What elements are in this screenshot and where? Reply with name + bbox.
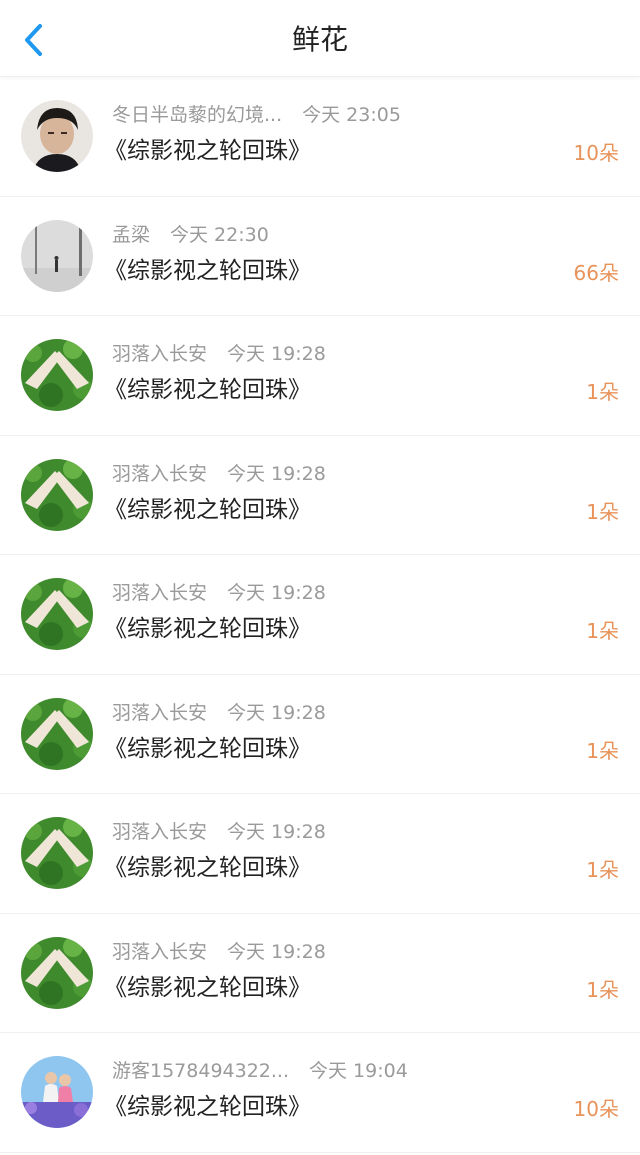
timestamp: 今天 19:28	[227, 343, 326, 365]
list-item[interactable]: 冬日半岛藜的幻境... 今天 23:05 《综影视之轮回珠》 10朵	[0, 77, 640, 197]
timestamp: 今天 19:28	[227, 462, 326, 485]
flower-count: 1朵	[586, 858, 619, 882]
item-meta: 羽落入长安 今天 19:28	[112, 462, 326, 486]
page-title: 鲜花	[291, 23, 348, 56]
list-item[interactable]: 羽落入长安 今天 19:28 《综影视之轮回珠》 1朵	[0, 794, 640, 914]
book-title: 《综影视之轮回珠》	[104, 735, 311, 762]
book-title: 《综影视之轮回珠》	[104, 855, 311, 881]
flower-count: 1朵	[586, 738, 619, 763]
avatar[interactable]	[21, 697, 93, 770]
user-name[interactable]: 冬日半岛藜的幻境...	[112, 103, 282, 127]
timestamp: 今天 22:30	[170, 223, 269, 246]
flower-count: 1朵	[586, 977, 619, 1002]
timestamp: 今天 19:28	[227, 701, 326, 724]
item-meta: 羽落入长安 今天 19:28	[112, 820, 326, 844]
user-name[interactable]: 羽落入长安	[112, 581, 207, 605]
avatar[interactable]	[21, 100, 93, 172]
book-title: 《综影视之轮回珠》	[104, 1094, 311, 1120]
book-title: 《综影视之轮回珠》	[104, 974, 311, 1001]
flower-count: 66朵	[573, 260, 619, 285]
list-item[interactable]: 羽落入长安 今天 19:28 《综影视之轮回珠》 1朵	[0, 914, 640, 1033]
timestamp: 今天 19:28	[227, 821, 326, 843]
timestamp: 今天 19:28	[227, 582, 326, 604]
book-title: 《综影视之轮回珠》	[104, 257, 311, 284]
user-name[interactable]: 孟梁	[112, 223, 150, 247]
avatar[interactable]	[21, 578, 93, 650]
item-meta: 孟梁 今天 22:30	[112, 223, 269, 247]
avatar[interactable]	[21, 219, 93, 292]
top-bar: 鲜花	[0, 0, 640, 77]
user-name[interactable]: 游客1578494322...	[112, 1059, 289, 1083]
item-meta: 羽落入长安 今天 19:28	[112, 940, 326, 964]
avatar[interactable]	[21, 936, 93, 1009]
flower-count: 1朵	[586, 499, 619, 524]
user-name[interactable]: 羽落入长安	[112, 820, 207, 844]
timestamp: 今天 23:05	[302, 104, 401, 126]
avatar[interactable]	[21, 458, 93, 531]
timestamp: 今天 19:28	[227, 940, 326, 963]
flower-count: 10朵	[573, 1097, 619, 1121]
avatar[interactable]	[21, 339, 93, 411]
list-item[interactable]: 游客1578494322... 今天 19:04 《综影视之轮回珠》 10朵	[0, 1033, 640, 1153]
flower-count: 1朵	[586, 619, 619, 643]
user-name[interactable]: 羽落入长安	[112, 462, 207, 486]
flower-list: 冬日半岛藜的幻境... 今天 23:05 《综影视之轮回珠》 10朵 孟梁 今天 2…	[0, 77, 640, 1153]
list-item[interactable]: 羽落入长安 今天 19:28 《综影视之轮回珠》 1朵	[0, 436, 640, 555]
item-meta: 羽落入长安 今天 19:28	[112, 581, 326, 605]
user-name[interactable]: 羽落入长安	[112, 342, 207, 366]
list-item[interactable]: 孟梁 今天 22:30 《综影视之轮回珠》 66朵	[0, 197, 640, 316]
item-meta: 羽落入长安 今天 19:28	[112, 342, 326, 366]
book-title: 《综影视之轮回珠》	[104, 377, 311, 403]
item-meta: 游客1578494322... 今天 19:04	[112, 1059, 408, 1083]
item-meta: 羽落入长安 今天 19:28	[112, 701, 326, 725]
book-title: 《综影视之轮回珠》	[104, 616, 311, 642]
timestamp: 今天 19:04	[309, 1060, 408, 1082]
user-name[interactable]: 羽落入长安	[112, 701, 207, 725]
user-name[interactable]: 羽落入长安	[112, 940, 207, 964]
item-meta: 冬日半岛藜的幻境... 今天 23:05	[112, 103, 401, 127]
list-item[interactable]: 羽落入长安 今天 19:28 《综影视之轮回珠》 1朵	[0, 555, 640, 675]
flower-count: 10朵	[573, 141, 619, 165]
avatar[interactable]	[21, 1056, 93, 1128]
avatar[interactable]	[21, 817, 93, 889]
book-title: 《综影视之轮回珠》	[104, 496, 311, 523]
book-title: 《综影视之轮回珠》	[104, 138, 311, 164]
list-item[interactable]: 羽落入长安 今天 19:28 《综影视之轮回珠》 1朵	[0, 316, 640, 436]
list-item[interactable]: 羽落入长安 今天 19:28 《综影视之轮回珠》 1朵	[0, 675, 640, 794]
flower-count: 1朵	[586, 380, 619, 404]
